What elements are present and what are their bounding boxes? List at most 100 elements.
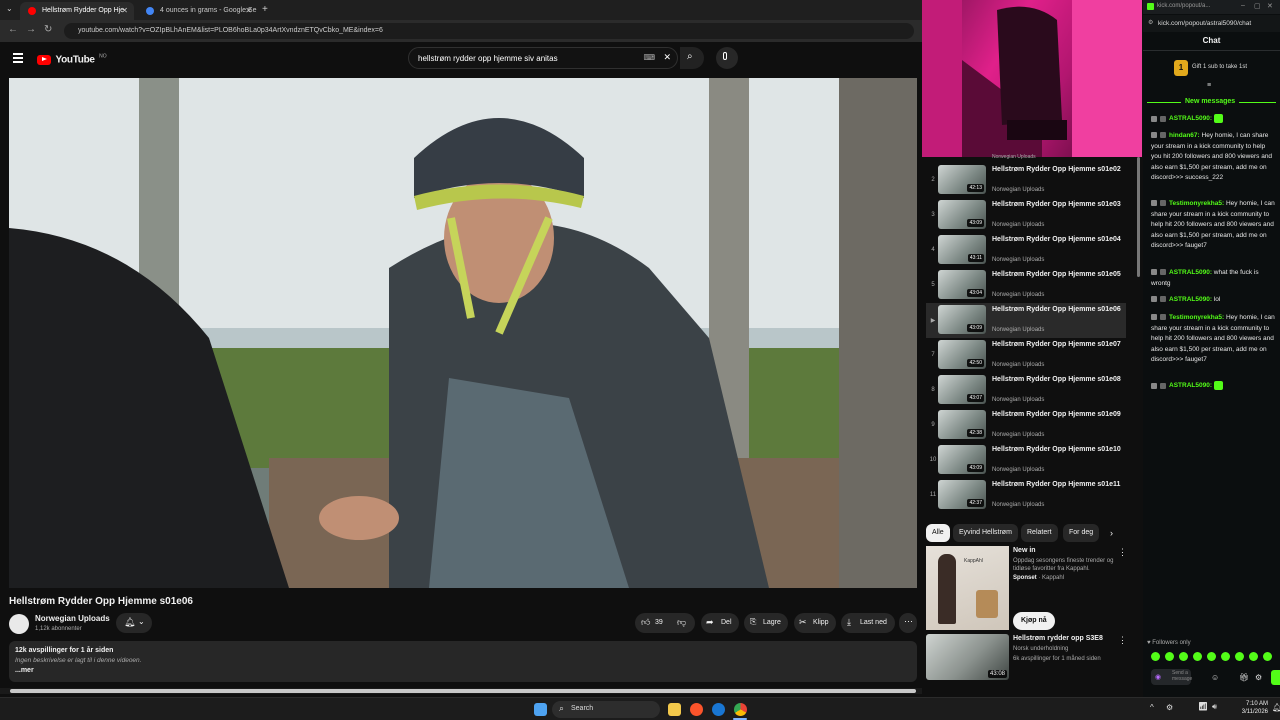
chat-username[interactable]: hindan67: xyxy=(1169,132,1200,139)
chat-username[interactable]: Testimonyrekha5: xyxy=(1169,200,1224,207)
playlist-item[interactable]: 5 43:04 Hellstrøm Rydder Opp Hjemme s01e05… xyxy=(926,268,1126,303)
ad-thumbnail[interactable]: KappAhl xyxy=(926,546,1009,630)
new-tab-plus-icon[interactable]: + xyxy=(262,4,268,15)
sub-badge-icon xyxy=(1160,200,1166,207)
show-more-link[interactable]: ...mer xyxy=(15,667,34,674)
tab-close-icon[interactable]: ✕ xyxy=(121,6,128,15)
playlist-item[interactable]: 9 42:38 Hellstrøm Rydder Opp Hjemme s01e09… xyxy=(926,408,1126,443)
chip-all[interactable]: Alle xyxy=(926,524,950,542)
url-text: youtube.com/watch?v=OZIpBLhAnEM&list=PLO… xyxy=(78,27,383,34)
ad-more-vertical-icon[interactable]: ⋮ xyxy=(1118,547,1127,558)
taskbar-search-box[interactable]: ⌕ Search xyxy=(552,701,660,718)
ad-cta-button[interactable]: Kjøp nå xyxy=(1013,612,1055,630)
thumbs-down-icon[interactable]: 👎︎ xyxy=(677,617,686,628)
notification-bell-icon[interactable]: 🔔︎ xyxy=(1272,703,1280,712)
download-button[interactable]: ⤓ Last ned xyxy=(841,613,895,633)
keyboard-icon[interactable]: ⌨ xyxy=(643,53,655,62)
rec-title[interactable]: Hellstrøm rydder opp S3E8 xyxy=(1013,635,1103,642)
chat-url-text[interactable]: kick.com/popout/astral5090/chat xyxy=(1158,20,1251,27)
gift-leaderboard-badge[interactable]: 1 xyxy=(1174,60,1188,76)
chat-username[interactable]: ASTRAL5090: xyxy=(1169,382,1212,389)
collapse-icon[interactable]: ≡ xyxy=(1207,82,1211,89)
emote-icon[interactable] xyxy=(1179,652,1188,661)
volume-icon[interactable]: 🔊︎ xyxy=(1212,702,1217,712)
clip-button[interactable]: ✂ Klipp xyxy=(794,613,836,633)
chat-settings-gear-icon[interactable]: ⚙ xyxy=(1255,673,1262,682)
taskbar-clock[interactable]: 7:10 AM 3/11/2026 xyxy=(1232,700,1268,716)
tab-close-icon[interactable]: ✕ xyxy=(245,6,252,15)
tray-overflow-icon[interactable]: ^ xyxy=(1150,703,1154,712)
playlist-item[interactable]: 7 42:50 Hellstrøm Rydder Opp Hjemme s01e07… xyxy=(926,338,1126,373)
video-player[interactable] xyxy=(9,78,917,588)
url-field[interactable]: youtube.com/watch?v=OZIpBLhAnEM&list=PLO… xyxy=(64,23,914,39)
back-arrow-icon[interactable]: ← xyxy=(8,24,18,35)
window-close-icon[interactable]: ✕ xyxy=(1267,2,1273,10)
chat-username[interactable]: ASTRAL5090: xyxy=(1169,296,1212,303)
channel-name[interactable]: Norwegian Uploads xyxy=(35,614,110,623)
playlist-item[interactable]: 3 43:09 Hellstrøm Rydder Opp Hjemme s01e03… xyxy=(926,198,1126,233)
forward-arrow-icon[interactable]: → xyxy=(26,24,36,35)
emote-icon[interactable] xyxy=(1151,652,1160,661)
description-box[interactable]: 12k avspillinger for 1 år siden Ingen be… xyxy=(9,641,917,682)
playlist-item[interactable]: 2 42:13 Hellstrøm Rydder Opp Hjemme s01e02… xyxy=(926,163,1126,198)
playlist-item[interactable]: 4 43:11 Hellstrøm Rydder Opp Hjemme s01e04… xyxy=(926,233,1126,268)
rec-channel[interactable]: Norsk underholdning xyxy=(1013,646,1068,652)
emote-icon[interactable] xyxy=(1221,652,1230,661)
more-actions-button[interactable]: ⋯ xyxy=(899,613,917,633)
emoji-picker-icon[interactable]: ☺ xyxy=(1211,673,1219,682)
horizontal-scrollbar-thumb[interactable] xyxy=(10,689,916,693)
gift-icon[interactable]: 🎁︎ xyxy=(1239,673,1249,682)
emote-icon[interactable] xyxy=(1207,652,1216,661)
chip-related[interactable]: Relatert xyxy=(1021,524,1058,542)
chip-eyvind-hellstrom[interactable]: Eyvind Hellstrøm xyxy=(953,524,1018,542)
emote-icon[interactable] xyxy=(1263,652,1272,661)
maximize-icon[interactable]: ▢ xyxy=(1254,2,1261,10)
site-settings-icon[interactable]: ⚙ xyxy=(1148,19,1153,26)
chip-for-you[interactable]: For deg xyxy=(1063,524,1100,542)
chat-username[interactable]: ASTRAL5090: xyxy=(1169,115,1212,122)
chat-username[interactable]: ASTRAL5090: xyxy=(1169,269,1212,276)
chrome-browser-icon[interactable] xyxy=(734,703,747,716)
voice-search-button[interactable] xyxy=(716,47,738,69)
tab-google[interactable]: 4 ounces in grams - Google Se ✕ xyxy=(138,2,258,20)
brave-browser-icon[interactable] xyxy=(690,703,703,716)
search-button[interactable]: ⌕ xyxy=(680,47,704,69)
youtube-logo[interactable]: YouTube NO xyxy=(37,51,107,69)
ad-title[interactable]: New in xyxy=(1013,547,1036,554)
chips-next-chevron-icon[interactable]: › xyxy=(1110,528,1113,538)
search-input[interactable]: hellstrøm rydder opp hjemme siv anitas ⌨… xyxy=(408,47,678,69)
wifi-icon[interactable]: 📶︎ xyxy=(1198,702,1208,711)
playlist-item[interactable]: 10 43:09 Hellstrøm Rydder Opp Hjemme s01e1… xyxy=(926,443,1126,478)
file-explorer-icon[interactable] xyxy=(668,703,681,716)
emote-icon[interactable] xyxy=(1165,652,1174,661)
gift-subs-text[interactable]: Gift 1 sub to take 1st xyxy=(1192,64,1247,70)
emote-icon[interactable] xyxy=(1193,652,1202,661)
rec-more-vertical-icon[interactable]: ⋮ xyxy=(1118,635,1127,646)
chat-message-input[interactable]: ◉ Send a message xyxy=(1151,669,1192,685)
rec-thumbnail[interactable]: 43:08 xyxy=(926,634,1009,680)
tab-list-chevron-icon[interactable]: ⌄ xyxy=(6,4,13,13)
edge-browser-icon[interactable] xyxy=(712,703,725,716)
channel-avatar[interactable] xyxy=(9,614,29,634)
minimize-icon[interactable]: – xyxy=(1241,2,1245,9)
chat-username[interactable]: Testimonyrekha5: xyxy=(1169,314,1224,321)
reload-icon[interactable]: ↻ xyxy=(44,24,52,35)
playlist-item[interactable]: 11 42:37 Hellstrøm Rydder Opp Hjemme s01e1… xyxy=(926,478,1126,513)
clear-search-icon[interactable]: ✕ xyxy=(663,52,671,63)
windows-start-icon[interactable] xyxy=(534,703,547,716)
send-button[interactable] xyxy=(1271,670,1280,685)
tray-app-icon[interactable]: ⚙ xyxy=(1166,703,1173,712)
playlist-scrollbar[interactable] xyxy=(1137,157,1140,277)
share-button[interactable]: ➦ Del xyxy=(701,613,739,633)
save-button[interactable]: ⎘ Lagre xyxy=(744,613,788,633)
emote-icon[interactable] xyxy=(1235,652,1244,661)
playlist-item[interactable]: ▶ 43:09 Hellstrøm Rydder Opp Hjemme s01e06… xyxy=(926,303,1126,338)
youtube-header: YouTube NO hellstrøm rydder opp hjemme s… xyxy=(0,42,922,74)
tab-youtube[interactable]: Hellstrøm Rydder Opp Hje ✕ xyxy=(20,2,134,20)
notification-bell-button[interactable]: 🔔︎ ⌄ xyxy=(116,613,152,633)
rec-duration: 43:08 xyxy=(987,670,1007,678)
thumbs-up-icon[interactable]: 👍︎ xyxy=(641,617,650,628)
hamburger-menu-icon[interactable] xyxy=(13,53,23,63)
emote-icon[interactable] xyxy=(1249,652,1258,661)
playlist-item[interactable]: 8 43:07 Hellstrøm Rydder Opp Hjemme s01e08… xyxy=(926,373,1126,408)
